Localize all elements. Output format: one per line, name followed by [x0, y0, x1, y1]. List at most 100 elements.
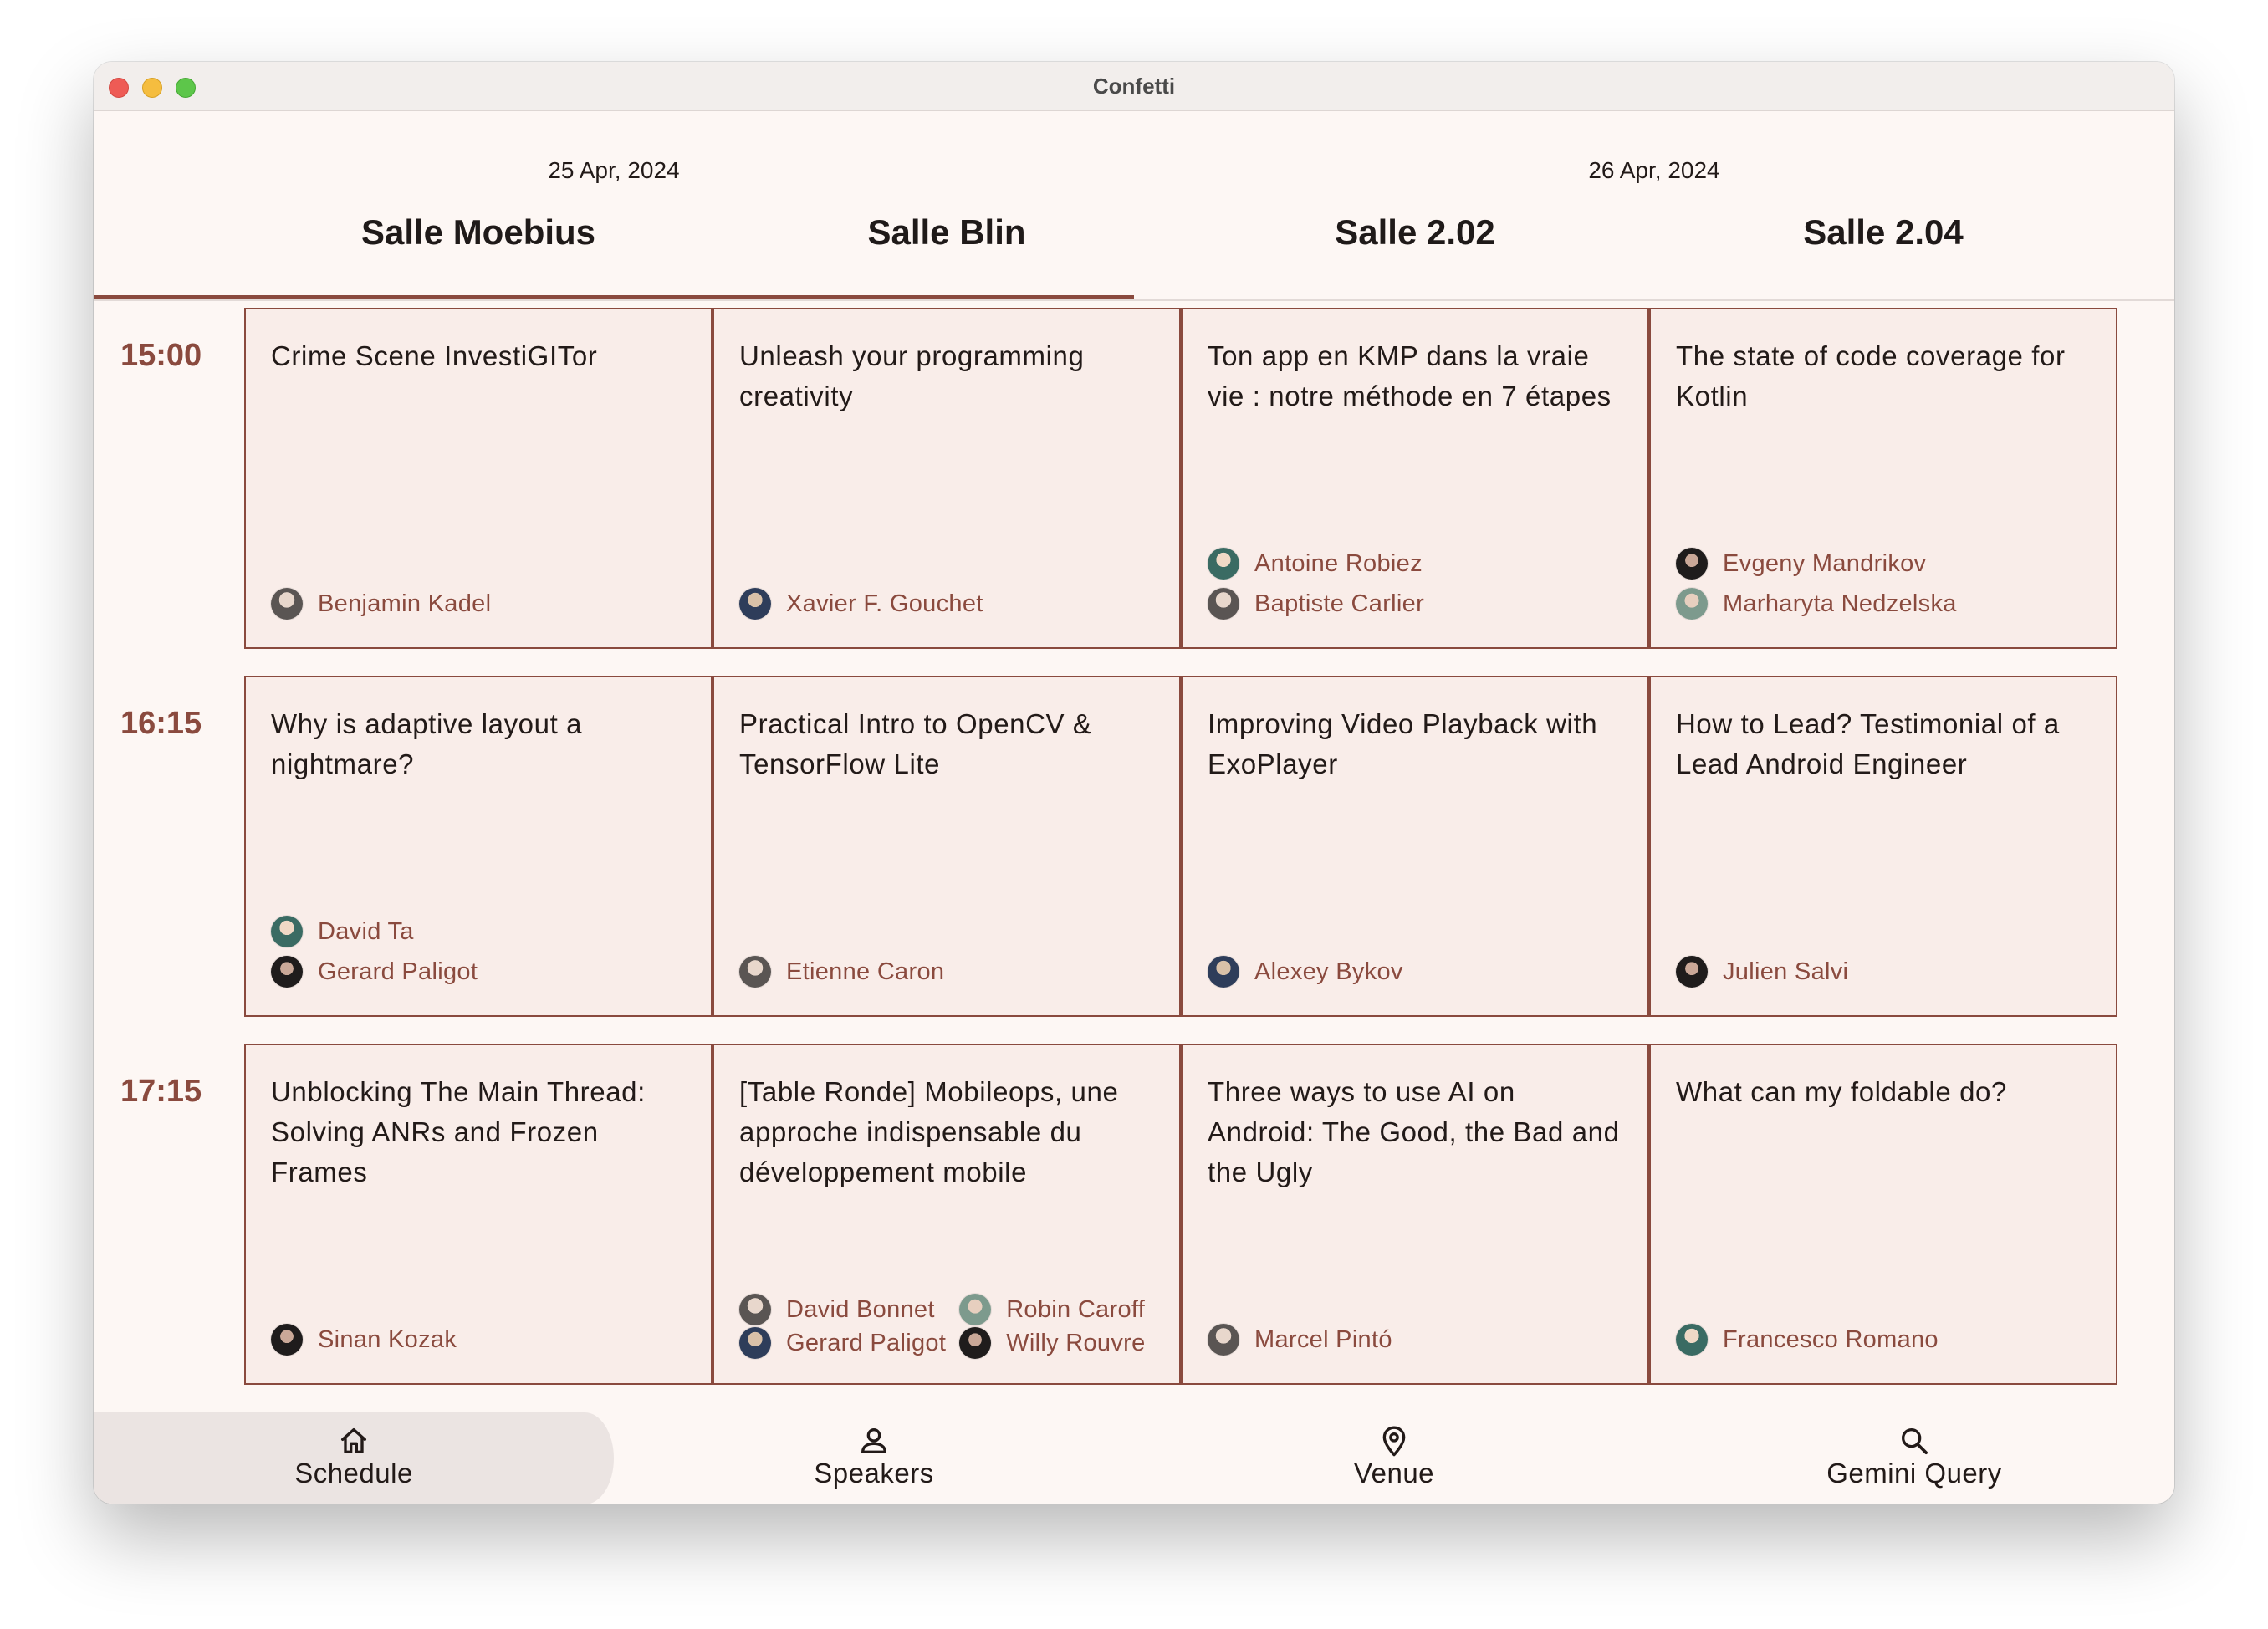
session-card[interactable]: Unblocking The Main Thread: Solving ANRs… [244, 1044, 713, 1385]
session-speakers: David Ta Gerard Paligot [271, 912, 694, 992]
session-card[interactable]: How to Lead? Testimonial of a Lead Andro… [1649, 676, 2117, 1017]
session-card[interactable]: Three ways to use AI on Android: The Goo… [1181, 1044, 1649, 1385]
bottom-navigation: Schedule Speakers Venue Gemini Query [94, 1412, 2174, 1504]
speaker-item[interactable]: Sinan Kozak [271, 1320, 694, 1360]
speaker-item[interactable]: Alexey Bykov [1208, 952, 1631, 992]
speaker-avatar [1208, 1324, 1239, 1356]
speaker-avatar [271, 1324, 303, 1356]
speaker-avatar [739, 1294, 771, 1325]
session-title: What can my foldable do? [1676, 1076, 2007, 1107]
speaker-avatar [1676, 548, 1708, 580]
session-speakers: Francesco Romano [1676, 1320, 2099, 1360]
nav-label: Schedule [294, 1458, 413, 1489]
session-title: Crime Scene InvestiGITor [271, 340, 598, 371]
session-title: The state of code coverage for Kotlin [1676, 340, 2066, 411]
session-title: Unleash your programming creativity [739, 340, 1085, 411]
speaker-item[interactable]: Gerard Paligot [271, 952, 694, 992]
search-icon [1902, 1428, 1928, 1454]
speaker-name: David Ta [318, 917, 414, 945]
session-title: Why is adaptive layout a nightmare? [271, 708, 583, 779]
speaker-item[interactable]: Benjamin Kadel [271, 584, 694, 624]
speaker-item[interactable]: Gerard Paligot [739, 1326, 946, 1360]
session-speakers: Benjamin Kadel [271, 584, 694, 624]
nav-label: Speakers [814, 1458, 934, 1489]
speaker-item[interactable]: Francesco Romano [1676, 1320, 2099, 1360]
speaker-name: Xavier F. Gouchet [786, 590, 983, 617]
speaker-item[interactable]: Julien Salvi [1676, 952, 2099, 992]
speaker-avatar [1208, 588, 1239, 620]
room-header-2-04: Salle 2.04 [1803, 212, 1964, 252]
session-title: Unblocking The Main Thread: Solving ANRs… [271, 1076, 646, 1187]
speaker-avatar [1676, 956, 1708, 988]
speaker-avatar [739, 1327, 771, 1359]
time-slot-label: 17:15 [120, 1074, 202, 1109]
speaker-avatar [1676, 588, 1708, 620]
session-speakers: Julien Salvi [1676, 952, 2099, 992]
session-card[interactable]: Ton app en KMP dans la vraie vie : notre… [1181, 308, 1649, 649]
session-title: [Table Ronde] Mobileops, une approche in… [739, 1076, 1119, 1187]
session-card[interactable]: Improving Video Playback with ExoPlayer … [1181, 676, 1649, 1017]
nav-label: Venue [1353, 1458, 1435, 1489]
session-speakers: Etienne Caron [739, 952, 1162, 992]
speaker-avatar [1208, 956, 1239, 988]
speaker-name: Alexey Bykov [1254, 957, 1403, 985]
session-speakers: Antoine Robiez Baptiste Carlier [1208, 544, 1631, 624]
speaker-item[interactable]: Marharyta Nedzelska [1676, 584, 2099, 624]
session-title: Practical Intro to OpenCV & TensorFlow L… [739, 708, 1092, 779]
speaker-name: Baptiste Carlier [1254, 590, 1425, 617]
session-speakers: Sinan Kozak [271, 1320, 694, 1360]
speaker-item[interactable]: Xavier F. Gouchet [739, 584, 1162, 624]
session-speakers: Alexey Bykov [1208, 952, 1631, 992]
speaker-avatar [739, 588, 771, 620]
speaker-name: Willy Rouvre [1006, 1329, 1146, 1356]
session-card[interactable]: What can my foldable do? Francesco Roman… [1649, 1044, 2117, 1385]
speaker-name: Benjamin Kadel [318, 590, 492, 617]
session-title: Improving Video Playback with ExoPlayer [1208, 708, 1598, 779]
app-window: Confetti 25 Apr, 2024 26 Apr, 2024 Salle… [94, 62, 2174, 1504]
speaker-name: Marharyta Nedzelska [1723, 590, 1957, 617]
speaker-item[interactable]: Willy Rouvre [959, 1326, 1145, 1360]
speaker-item[interactable]: Evgeny Mandrikov [1676, 544, 2099, 584]
home-icon [341, 1428, 366, 1453]
session-speakers: Marcel Pintó [1208, 1320, 1631, 1360]
speaker-avatar [271, 916, 303, 947]
session-card[interactable]: Why is adaptive layout a nightmare? Davi… [244, 676, 713, 1017]
speaker-name: Evgeny Mandrikov [1723, 549, 1927, 577]
speaker-item[interactable]: Etienne Caron [739, 952, 1162, 992]
speaker-name: Marcel Pintó [1254, 1325, 1392, 1353]
speaker-item[interactable]: Marcel Pintó [1208, 1320, 1631, 1360]
room-header-blin: Salle Blin [867, 212, 1026, 252]
title-bar: Confetti [94, 62, 2174, 111]
speaker-avatar [271, 588, 303, 620]
session-speakers: David Bonnet Robin Caroff Gerard Paligot… [739, 1293, 1162, 1360]
speaker-name: Robin Caroff [1006, 1295, 1146, 1323]
nav-speakers[interactable]: Speakers [614, 1412, 1134, 1504]
speaker-name: Gerard Paligot [318, 957, 478, 985]
nav-gemini-query[interactable]: Gemini Query [1654, 1412, 2174, 1504]
location-pin-icon [1382, 1426, 1406, 1457]
tabs-divider [94, 299, 2174, 301]
nav-schedule[interactable]: Schedule [94, 1412, 614, 1504]
window-title: Confetti [1092, 74, 1176, 99]
session-speakers: Xavier F. Gouchet [739, 584, 1162, 624]
session-card[interactable]: Crime Scene InvestiGITor Benjamin Kadel [244, 308, 713, 649]
speaker-avatar [271, 956, 303, 988]
speaker-item[interactable]: Antoine Robiez [1208, 544, 1631, 584]
nav-label: Gemini Query [1826, 1458, 2002, 1489]
speaker-item[interactable]: Baptiste Carlier [1208, 584, 1631, 624]
nav-venue[interactable]: Venue [1134, 1412, 1654, 1504]
time-slot-label: 16:15 [120, 706, 202, 741]
room-header-moebius: Salle Moebius [360, 212, 596, 252]
session-card[interactable]: The state of code coverage for Kotlin Ev… [1649, 308, 2117, 649]
room-header-2-02: Salle 2.02 [1335, 212, 1495, 252]
person-icon [861, 1428, 886, 1453]
speaker-item[interactable]: Robin Caroff [959, 1293, 1145, 1326]
session-card[interactable]: Unleash your programming creativity Xavi… [713, 308, 1181, 649]
active-tab-indicator [94, 295, 1134, 299]
speaker-name: Gerard Paligot [786, 1329, 947, 1356]
session-card[interactable]: Practical Intro to OpenCV & TensorFlow L… [713, 676, 1181, 1017]
speaker-avatar [959, 1327, 992, 1359]
session-card[interactable]: [Table Ronde] Mobileops, une approche in… [713, 1044, 1181, 1385]
speaker-item[interactable]: David Bonnet [739, 1293, 946, 1326]
speaker-item[interactable]: David Ta [271, 912, 694, 952]
